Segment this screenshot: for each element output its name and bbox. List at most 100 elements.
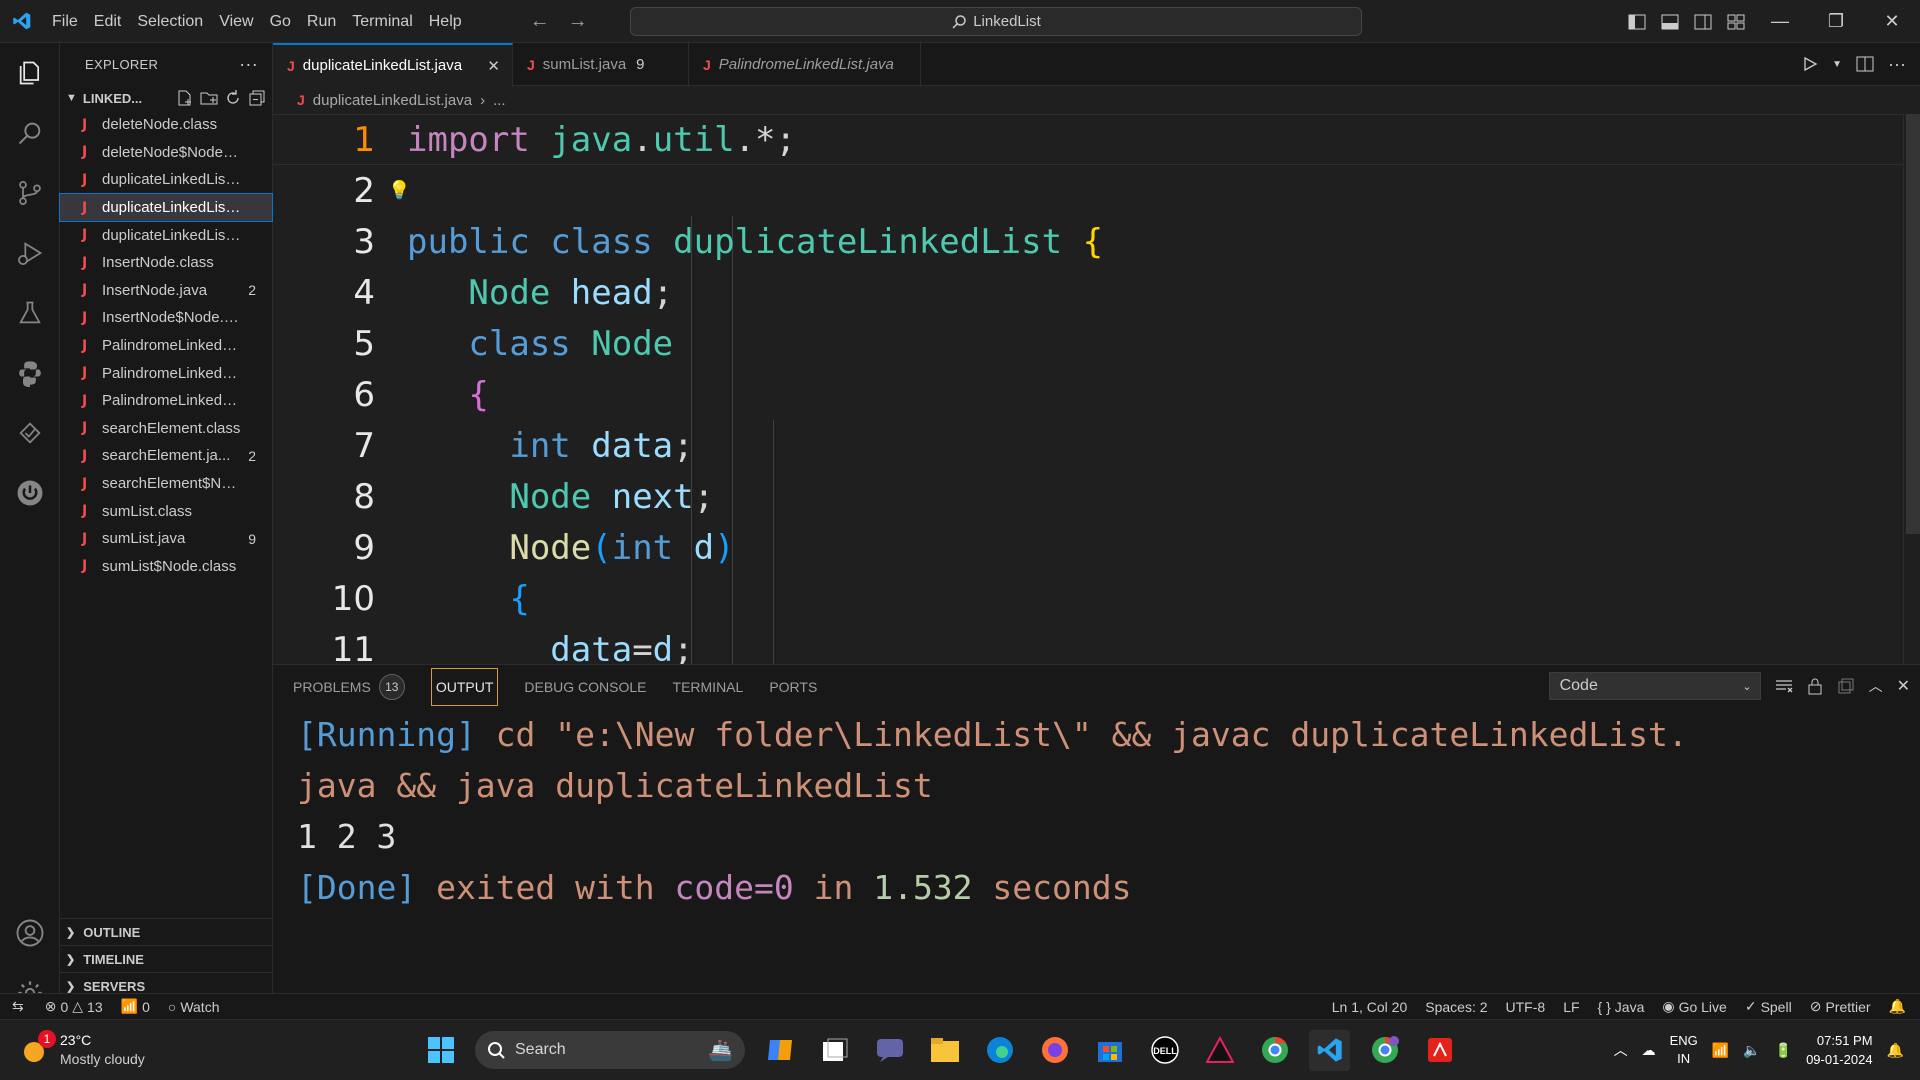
open-in-editor-icon[interactable] — [1837, 677, 1855, 695]
menu-go[interactable]: Go — [262, 0, 299, 43]
menu-selection[interactable]: Selection — [129, 0, 211, 43]
output-channel-select[interactable]: Code ⌄ — [1548, 672, 1761, 700]
breadcrumb-file[interactable]: duplicateLinkedList.java — [313, 92, 472, 109]
ports-status[interactable]: 📶 0 — [112, 998, 159, 1015]
language-mode[interactable]: { } Java — [1589, 999, 1654, 1015]
problems-status[interactable]: ⊗ 0 △ 13 — [36, 998, 112, 1015]
new-folder-icon[interactable] — [200, 89, 218, 107]
weather-widget[interactable]: 1 23°C Mostly cloudy — [0, 1030, 420, 1069]
menu-view[interactable]: View — [211, 0, 261, 43]
menu-file[interactable]: File — [44, 0, 86, 43]
more-actions-icon[interactable]: ··· — [1888, 54, 1906, 75]
timeline-section[interactable]: ❯ TIMELINE — [60, 945, 273, 972]
file-item[interactable]: JduplicateLinkedList.java — [59, 192, 273, 223]
file-item[interactable]: JduplicateLinkedList$... — [60, 221, 272, 249]
file-item[interactable]: J InsertNode.java 2 — [60, 277, 272, 305]
file-item[interactable]: JsumList.java 9 — [60, 525, 272, 553]
file-item[interactable]: JsearchElement.class — [60, 415, 272, 443]
split-editor-icon[interactable] — [1856, 56, 1874, 72]
hp-triangle-icon[interactable] — [1199, 1030, 1240, 1071]
chrome-profile-icon[interactable] — [1364, 1030, 1405, 1071]
run-debug-icon[interactable] — [0, 223, 60, 283]
run-code-icon[interactable] — [1802, 56, 1818, 72]
onedrive-icon[interactable]: ☁ — [1642, 1042, 1656, 1059]
collapse-all-icon[interactable] — [248, 89, 266, 107]
power-extension-icon[interactable] — [0, 463, 60, 523]
close-tab-icon[interactable]: ✕ — [487, 57, 500, 75]
notifications-bell-icon[interactable]: 🔔 — [1880, 998, 1920, 1015]
editor-scrollbar[interactable] — [1903, 114, 1920, 664]
lightbulb-icon[interactable]: 💡 — [385, 180, 410, 201]
prettier-status[interactable]: ⊘ Prettier — [1801, 998, 1880, 1015]
menu-help[interactable]: Help — [421, 0, 470, 43]
start-windows-icon[interactable] — [420, 1030, 461, 1071]
file-item[interactable]: J PalindromeLinkedList... — [60, 387, 272, 415]
end-of-line[interactable]: LF — [1554, 999, 1588, 1015]
file-item[interactable]: JsearchElement$Node.... — [60, 470, 272, 498]
clear-output-icon[interactable] — [1775, 678, 1793, 694]
chevron-down-icon[interactable]: ▼ — [1832, 59, 1842, 70]
file-item[interactable]: J PalindromeLinkedList.... — [60, 359, 272, 387]
tab-sumlist[interactable]: J sumList.java 9 — [513, 43, 689, 86]
encoding[interactable]: UTF-8 — [1497, 999, 1555, 1015]
breadcrumb-more[interactable]: ... — [493, 92, 506, 109]
indentation[interactable]: Spaces: 2 — [1416, 999, 1496, 1015]
code-editor[interactable]: 1 import java.util.*; 2 💡 3 public class… — [273, 114, 1920, 664]
microsoft-store-icon[interactable] — [1089, 1030, 1130, 1071]
minimize-icon[interactable]: — — [1752, 0, 1808, 43]
python-icon[interactable] — [0, 343, 60, 403]
tab-ports[interactable]: PORTS — [769, 668, 817, 706]
maximize-panel-icon[interactable]: ︿ — [1869, 676, 1883, 696]
teams-chat-icon[interactable] — [869, 1030, 910, 1071]
show-hidden-icons-icon[interactable]: ︿ — [1614, 1040, 1628, 1060]
volume-icon[interactable]: 🔈 — [1743, 1042, 1760, 1059]
file-item[interactable]: J PalindromeLinkedList.... — [60, 332, 272, 360]
accounts-icon[interactable] — [0, 903, 60, 963]
menu-run[interactable]: Run — [299, 0, 344, 43]
file-item[interactable]: JdeleteNode$Node.cla... — [60, 139, 272, 167]
edge-browser-icon[interactable] — [979, 1030, 1020, 1071]
file-item[interactable]: J InsertNode.class — [60, 249, 272, 277]
spell-status[interactable]: ✓ Spell — [1736, 998, 1801, 1015]
file-explorer-icon[interactable] — [924, 1030, 965, 1071]
tab-problems[interactable]: PROBLEMS 13 — [293, 668, 405, 706]
acrobat-icon[interactable] — [1419, 1030, 1460, 1071]
chrome-icon[interactable] — [1254, 1030, 1295, 1071]
toggle-panel-icon[interactable] — [1653, 0, 1686, 43]
dell-icon[interactable]: DELL — [1144, 1030, 1185, 1071]
source-control-icon[interactable] — [0, 163, 60, 223]
back-arrow-icon[interactable]: ← — [530, 10, 550, 33]
command-center-search[interactable]: LinkedList — [630, 7, 1362, 36]
scrollbar-thumb[interactable] — [1906, 114, 1920, 534]
file-item[interactable]: JduplicateLinkedList.cl... — [60, 166, 272, 194]
toggle-primary-sidebar-icon[interactable] — [1620, 0, 1653, 43]
system-clock[interactable]: 07:51 PM 09-01-2024 — [1806, 1031, 1873, 1069]
explorer-icon[interactable] — [0, 43, 60, 103]
menu-edit[interactable]: Edit — [86, 0, 130, 43]
tab-debug-console[interactable]: DEBUG CONSOLE — [524, 668, 646, 706]
task-view-icon[interactable] — [814, 1030, 855, 1071]
wifi-icon[interactable]: 📶 — [1712, 1042, 1729, 1059]
search-icon[interactable] — [0, 103, 60, 163]
copilot-icon[interactable] — [759, 1030, 800, 1071]
folder-header[interactable]: ▼ LINKED... — [60, 85, 272, 111]
watch-status[interactable]: ○ Watch — [159, 999, 229, 1015]
file-item[interactable]: JsearchElement.ja... 2 — [60, 442, 272, 470]
tab-output[interactable]: OUTPUT — [430, 668, 499, 706]
close-window-icon[interactable]: ✕ — [1864, 0, 1920, 43]
battery-icon[interactable]: 🔋 — [1775, 1042, 1792, 1059]
remote-indicator-icon[interactable]: ⇆ — [0, 998, 36, 1015]
tab-palindromelinkedlist[interactable]: J PalindromeLinkedList.java — [689, 43, 921, 86]
menu-terminal[interactable]: Terminal — [344, 0, 420, 43]
outline-section[interactable]: ❯ OUTLINE — [60, 918, 273, 945]
new-file-icon[interactable] — [176, 89, 194, 107]
close-panel-icon[interactable]: ✕ — [1897, 676, 1910, 696]
restore-icon[interactable]: ❐ — [1808, 0, 1864, 43]
vscode-taskbar-icon[interactable] — [1309, 1029, 1350, 1071]
taskbar-search[interactable]: Search 🚢 — [475, 1031, 745, 1069]
testing-icon[interactable] — [0, 283, 60, 343]
file-item[interactable]: JsumList$Node.class — [60, 553, 272, 581]
tab-terminal[interactable]: TERMINAL — [673, 668, 744, 706]
customize-layout-icon[interactable] — [1719, 0, 1752, 43]
refresh-icon[interactable] — [224, 89, 242, 107]
